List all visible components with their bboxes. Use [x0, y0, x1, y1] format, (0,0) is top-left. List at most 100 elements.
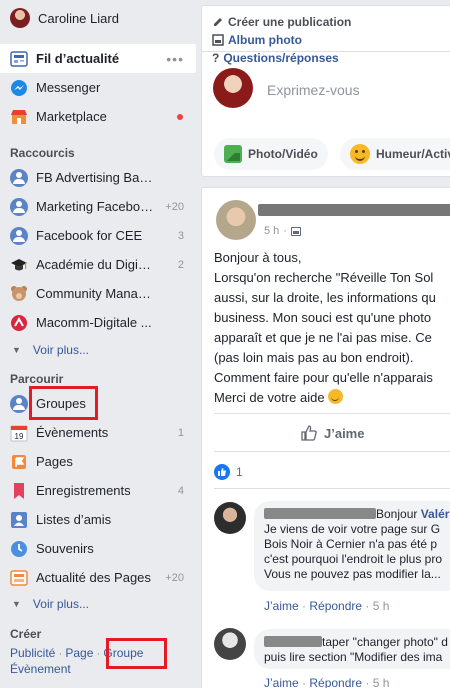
flag-icon	[10, 453, 28, 471]
more-options-icon[interactable]: •••	[166, 51, 184, 67]
create-heading: Créer	[10, 627, 42, 641]
post-meta: 5 h ·	[264, 225, 301, 237]
comment-like-link[interactable]: J’aime	[264, 676, 299, 688]
comment-line: c'est pourquoi l'endroit le plus pro	[264, 552, 443, 566]
post-time[interactable]: 5 h	[264, 225, 279, 237]
shortcut-label: Facebook for CEE	[36, 228, 143, 243]
comment-like-link[interactable]: J’aime	[264, 599, 299, 613]
photo-icon	[224, 145, 242, 163]
reactions-summary[interactable]: 1	[214, 464, 243, 480]
comment-line: puis lire section "Modifier des ima	[264, 650, 443, 664]
post-line: Comment faire pour qu'elle n'apparais	[214, 370, 433, 385]
sidebar-item-marketplace[interactable]: Marketplace	[0, 102, 196, 131]
comment-bubble: taper "changer photo" d puis lire sectio…	[254, 629, 450, 669]
group-icon	[10, 394, 28, 413]
tab-create-post-label: Créer une publication	[228, 15, 352, 29]
see-more-label: Voir plus...	[32, 343, 89, 357]
tab-photo-album[interactable]: Album photo	[212, 32, 302, 48]
shortcuts-heading: Raccourcis	[10, 146, 75, 160]
like-button[interactable]: J’aime	[300, 424, 364, 442]
post-line: Merci de votre aide	[214, 390, 325, 405]
news-feed-icon	[10, 50, 28, 68]
chevron-down-icon: ▼	[12, 599, 21, 609]
sidebar-item-friend-lists[interactable]: Listes d’amis	[0, 505, 196, 534]
comment-line: taper "changer photo" d	[322, 635, 448, 649]
mention-link[interactable]: Valér	[421, 507, 450, 521]
mood-activity-label: Humeur/Activité	[376, 147, 450, 161]
feed-post: 5 h · Bonjour à tous, Lorsqu'on recherch…	[201, 187, 450, 688]
shortcut-label: Marketing Faceboo...	[36, 199, 154, 214]
left-sidebar: Caroline Liard Fil d’actualité ••• Messe…	[0, 0, 196, 688]
sidebar-item-label: Marketplace	[36, 109, 107, 124]
sidebar-item-label: Souvenirs	[36, 541, 94, 556]
comment-time[interactable]: 5 h	[373, 676, 390, 688]
comment-avatar[interactable]	[214, 502, 246, 534]
group-icon	[10, 226, 28, 245]
shortcut-label: Académie du Digita...	[36, 257, 154, 272]
graduation-cap-icon	[10, 256, 28, 274]
pencil-icon	[214, 18, 222, 26]
sidebar-item-saved[interactable]: Enregistrements 4	[0, 476, 196, 505]
shortcut-count: 2	[177, 258, 184, 271]
shortcut-item[interactable]: Facebook for CEE 3	[0, 221, 196, 250]
comment-avatar[interactable]	[214, 628, 246, 660]
comment-reply-link[interactable]: Répondre	[309, 599, 362, 613]
tab-create-post[interactable]: Créer une publication	[212, 14, 351, 30]
profile-avatar	[10, 8, 30, 28]
sidebar-item-events[interactable]: 19 Évènements 1	[0, 418, 196, 447]
photo-video-button[interactable]: Photo/Vidéo	[214, 138, 328, 170]
composer-input[interactable]: Exprimez-vous	[267, 82, 360, 98]
comment-time[interactable]: 5 h	[373, 599, 390, 613]
calendar-day: 19	[15, 432, 24, 441]
mood-activity-button[interactable]: Humeur/Activité	[340, 138, 450, 170]
shortcut-item[interactable]: Community Manag...	[0, 279, 196, 308]
commenter-name-redacted	[264, 508, 376, 519]
comment-reply-link[interactable]: Répondre	[309, 676, 362, 688]
divider	[214, 451, 450, 452]
sidebar-item-messenger[interactable]: Messenger	[0, 73, 196, 102]
create-event-link[interactable]: Évènement	[10, 662, 71, 676]
post-author-name-redacted	[258, 204, 450, 216]
post-author-avatar[interactable]	[216, 200, 256, 240]
sidebar-item-label: Listes d’amis	[36, 512, 112, 527]
comment-line: Vous ne pouvez pas modifier la...	[264, 567, 441, 581]
shortcut-count: 3	[177, 229, 184, 242]
shortcut-item[interactable]: FB Advertising Bas...	[0, 163, 196, 192]
divider	[202, 51, 450, 52]
post-line-last: Merci de votre aide	[214, 388, 450, 408]
tab-questions[interactable]: ? Questions/réponses	[212, 50, 339, 66]
shortcut-item[interactable]: Macomm-Digitale ...	[0, 308, 196, 337]
post-line: business. Mon souci est qu'une photo	[214, 310, 432, 325]
sidebar-item-label: Actualité des Pages	[36, 570, 151, 585]
friend-list-icon	[10, 511, 28, 529]
shortcuts-see-more[interactable]: ▼ Voir plus...	[12, 343, 89, 357]
question-icon: ?	[212, 51, 220, 65]
comment-line: Bonjour	[376, 507, 418, 521]
sidebar-item-pages-feed[interactable]: Actualité des Pages +20	[0, 563, 196, 592]
post-line: Lorsqu'on recherche "Réveille Ton Sol	[214, 270, 434, 285]
audience-icon	[290, 226, 301, 236]
shortcut-label: Community Manag...	[36, 286, 154, 301]
profile-link[interactable]: Caroline Liard	[10, 8, 119, 28]
comment-actions: J’aime · Répondre · 5 h	[264, 599, 390, 613]
notification-dot	[177, 113, 183, 120]
create-page-link[interactable]: Page	[65, 646, 93, 660]
post-composer: Créer une publication Album photo ? Ques…	[201, 5, 450, 177]
news-feed: Créer une publication Album photo ? Ques…	[201, 0, 450, 688]
composer-avatar	[213, 68, 253, 108]
sidebar-item-pages[interactable]: Pages	[0, 447, 196, 476]
create-ad-link[interactable]: Publicité	[10, 646, 55, 660]
shortcut-item[interactable]: Académie du Digita... 2	[0, 250, 196, 279]
explore-see-more[interactable]: ▼ Voir plus...	[12, 597, 89, 611]
shortcut-item[interactable]: Marketing Faceboo... +20	[0, 192, 196, 221]
sidebar-item-label: Pages	[36, 454, 73, 469]
sidebar-item-memories[interactable]: Souvenirs	[0, 534, 196, 563]
post-body: Bonjour à tous, Lorsqu'on recherche "Rév…	[214, 248, 450, 408]
thumbs-up-icon	[301, 425, 317, 441]
profile-name: Caroline Liard	[38, 10, 119, 26]
sidebar-item-count: 1	[177, 426, 184, 439]
sidebar-item-count: 4	[177, 484, 184, 497]
highlight-box-create-group	[106, 638, 167, 669]
sidebar-item-news-feed[interactable]: Fil d’actualité •••	[0, 44, 196, 73]
post-line: aussi, sur la droite, les informations q…	[214, 290, 436, 305]
